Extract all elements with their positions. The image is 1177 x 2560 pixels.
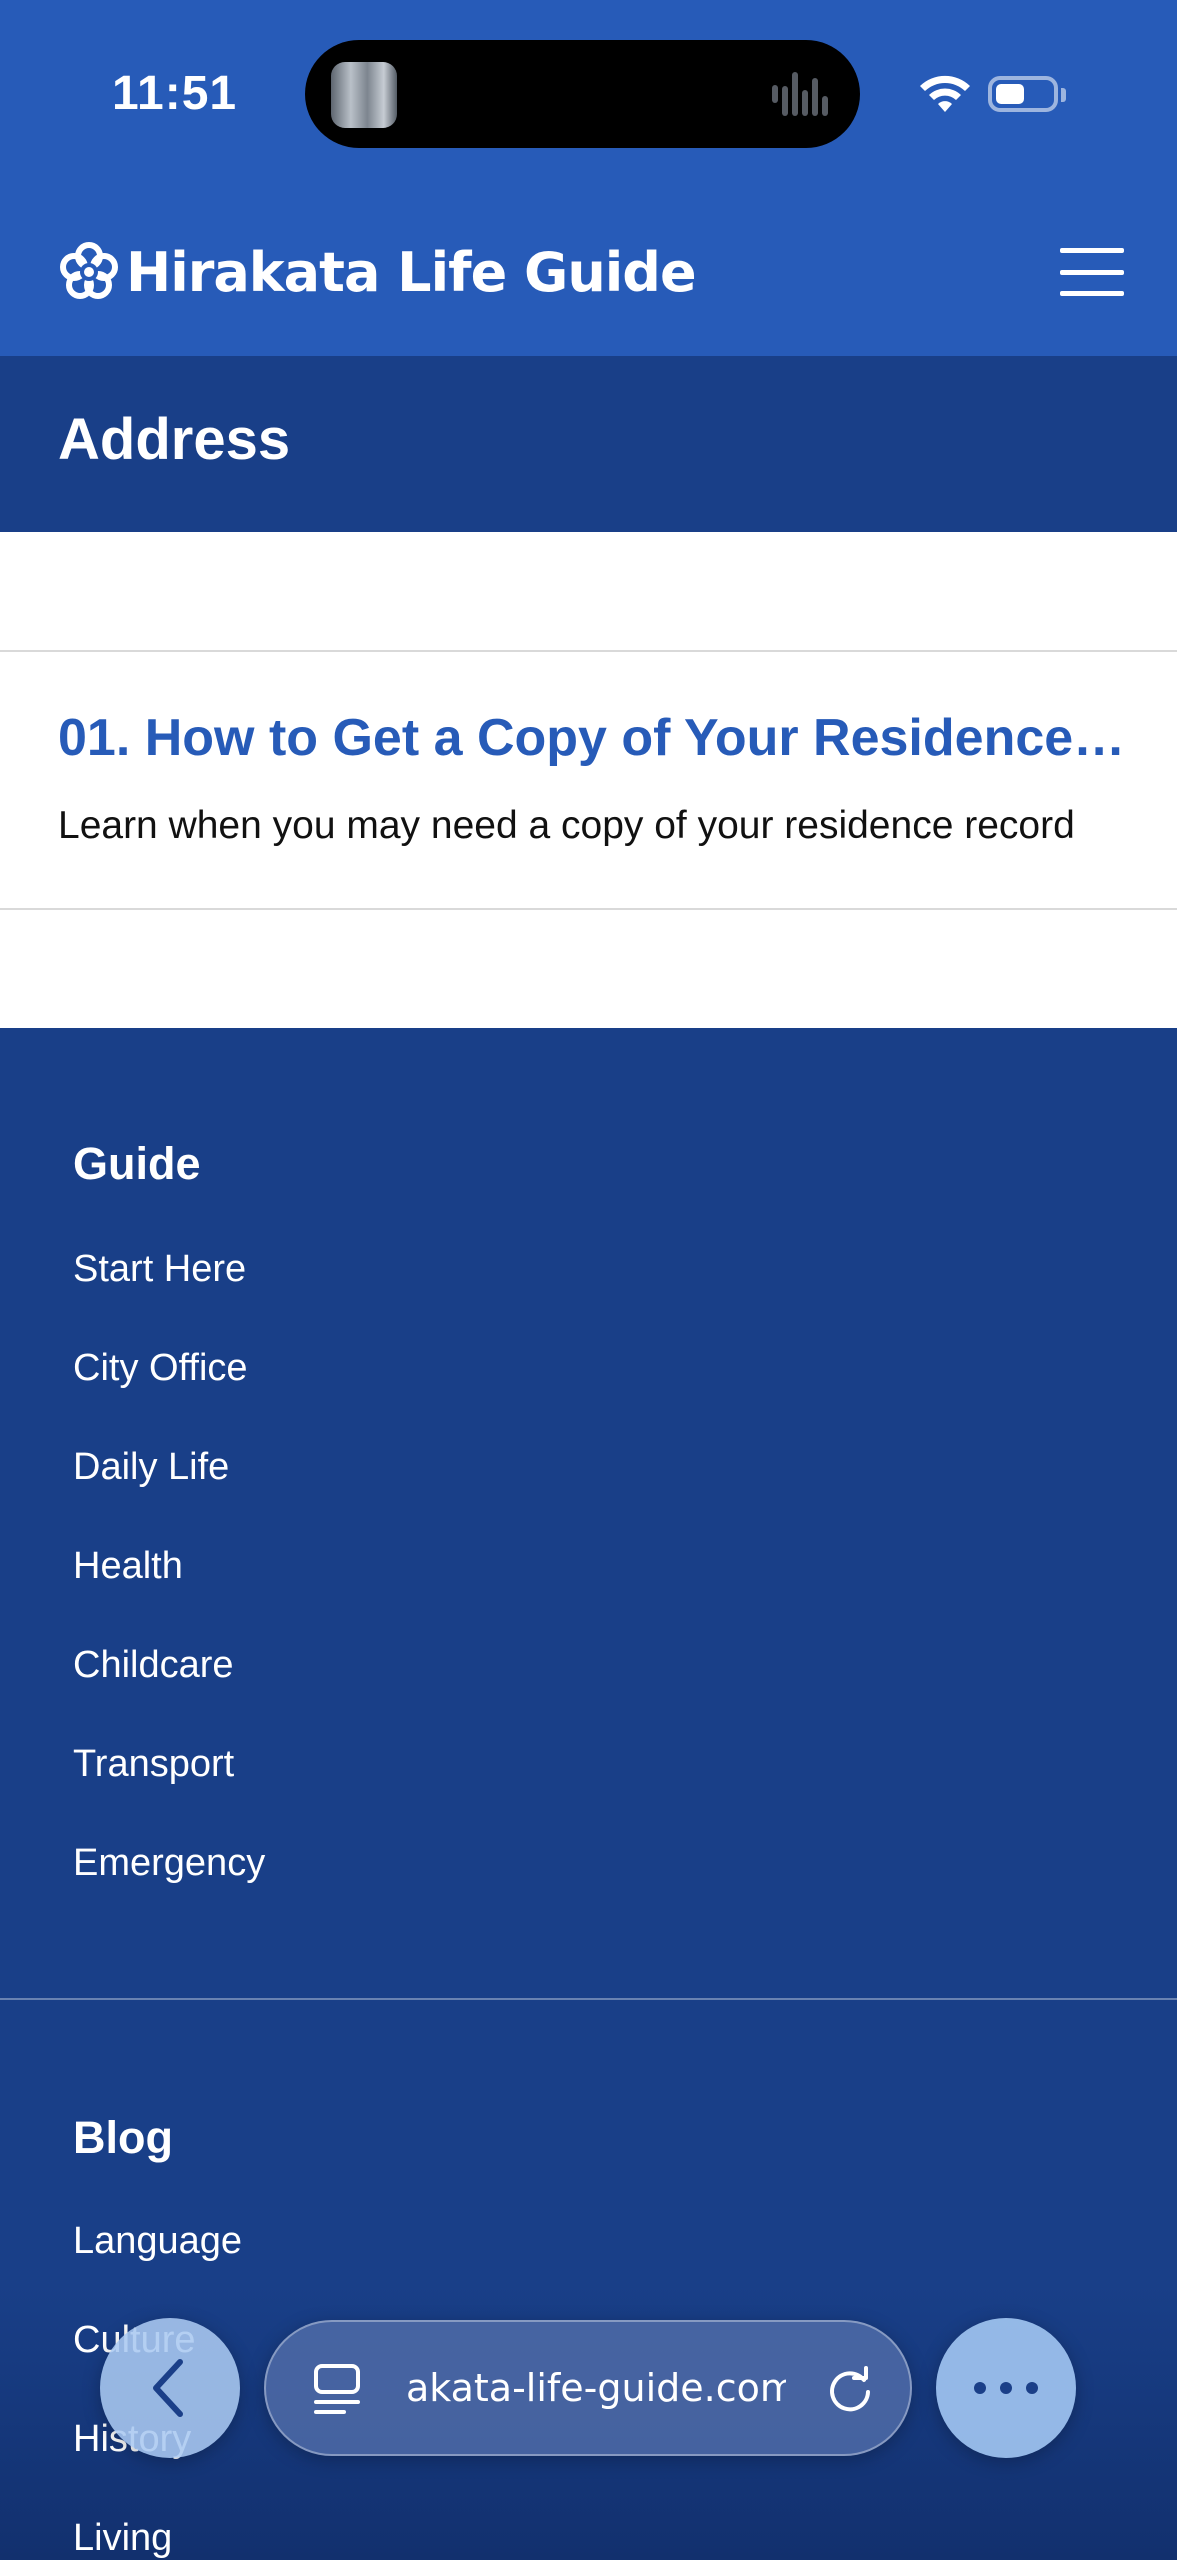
page-title: Address [58,407,291,472]
footer-link-living[interactable]: Living [73,2517,242,2560]
wifi-icon [920,75,970,112]
status-time: 11:51 [112,67,238,120]
hamburger-menu-button[interactable] [1060,248,1124,296]
site-header: 11:51 Hirakata Life Guide [0,0,1177,356]
dynamic-island [305,40,860,148]
footer-link-city-office[interactable]: City Office [73,1347,265,1390]
page-title-band: Address [0,356,1177,532]
battery-icon [988,76,1058,112]
battery-tip [1061,88,1066,102]
page: 11:51 Hirakata Life Guide Address 01. Ho… [0,0,1177,2560]
url-text[interactable]: akata-life-guide.com [406,2366,786,2410]
footer-link-childcare[interactable]: Childcare [73,1644,265,1687]
article-excerpt: Learn when you may need a copy of your r… [58,804,1075,847]
chevron-left-icon [153,2359,183,2417]
article-title[interactable]: 01. How to Get a Copy of Your Residence … [58,708,1128,768]
footer-link-language[interactable]: Language [73,2220,242,2263]
footer-divider [0,1998,1177,2000]
article-list: 01. How to Get a Copy of Your Residence … [0,532,1177,1028]
footer-link-daily-life[interactable]: Daily Life [73,1446,265,1489]
footer-link-transport[interactable]: Transport [73,1743,265,1786]
footer-heading-guide: Guide [73,1138,201,1189]
browser-toolbar: akata-life-guide.com [0,2318,1177,2460]
tabs-icon [314,2364,360,2414]
audio-waveform-icon [772,72,834,116]
footer-heading-blog: Blog [73,2112,173,2163]
back-button[interactable] [100,2318,240,2458]
site-title: Hirakata Life Guide [126,240,697,304]
article-item[interactable]: 01. How to Get a Copy of Your Residence … [0,650,1177,910]
now-playing-artwork [331,62,397,128]
site-logo[interactable]: Hirakata Life Guide [58,232,697,312]
footer-link-emergency[interactable]: Emergency [73,1842,265,1885]
footer-guide-section: Guide Start Here City Office Daily Life … [73,1138,265,1885]
address-bar[interactable]: akata-life-guide.com [264,2320,912,2456]
footer-link-health[interactable]: Health [73,1545,265,1588]
hamburger-icon [1060,248,1124,253]
more-dots-icon [974,2382,1038,2394]
flower-icon [60,242,118,299]
reload-icon[interactable] [824,2364,876,2416]
more-options-button[interactable] [936,2318,1076,2458]
footer-link-start-here[interactable]: Start Here [73,1248,265,1291]
